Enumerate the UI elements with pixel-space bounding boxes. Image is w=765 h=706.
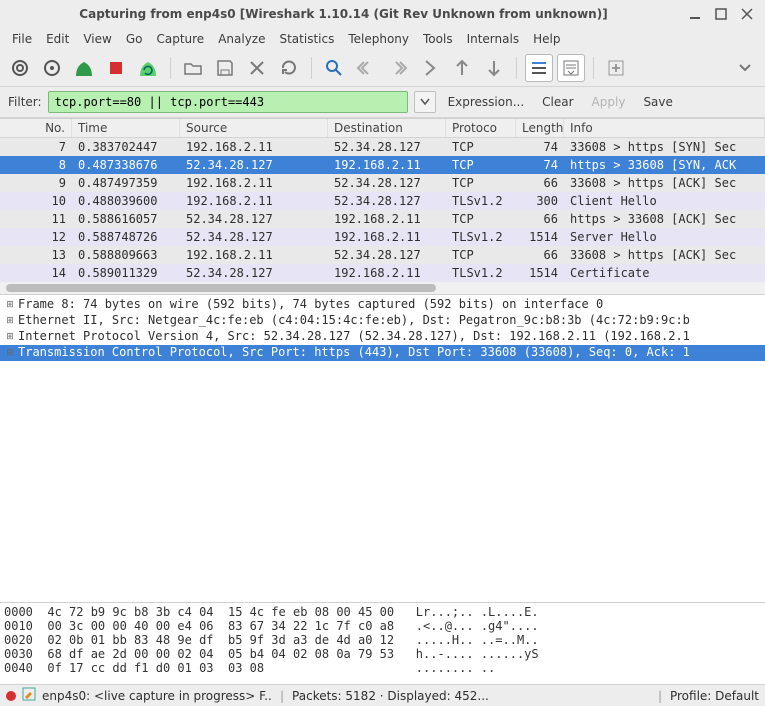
filter-dropdown-button[interactable] [414,91,436,113]
menu-go[interactable]: Go [120,30,149,48]
packet-list-body[interactable]: 70.383702447192.168.2.1152.34.28.127TCP7… [0,138,765,282]
window-maximize-button[interactable] [711,4,731,24]
restart-capture-icon[interactable] [134,54,162,82]
autoscroll-icon[interactable] [557,54,585,82]
close-file-icon[interactable] [243,54,271,82]
edit-icon[interactable] [22,687,36,704]
clear-button[interactable]: Clear [536,93,579,111]
statusbar-separator: | [280,689,284,703]
window-close-button[interactable] [737,4,757,24]
detail-tree-item[interactable]: ⊞Internet Protocol Version 4, Src: 52.34… [0,329,765,345]
toolbar-separator [593,57,594,79]
start-capture-icon[interactable] [70,54,98,82]
goto-packet-icon[interactable] [416,54,444,82]
capture-running-icon [6,691,16,701]
packet-bytes-pane[interactable]: 0000 4c 72 b9 9c b8 3b c4 04 15 4c fe eb… [0,602,765,684]
zoom-in-icon[interactable] [602,54,630,82]
column-header-time[interactable]: Time [72,119,180,137]
status-capture-text: enp4s0: <live capture in progress> F... [42,689,272,703]
goto-first-icon[interactable] [448,54,476,82]
packet-details-pane[interactable]: ⊞Frame 8: 74 bytes on wire (592 bits), 7… [0,295,765,602]
expand-icon[interactable]: ⊞ [4,345,16,361]
detail-tree-item[interactable]: ⊞Frame 8: 74 bytes on wire (592 bits), 7… [0,297,765,313]
go-forward-icon[interactable] [384,54,412,82]
toolbar-separator [516,57,517,79]
packet-row[interactable]: 90.487497359192.168.2.1152.34.28.127TCP6… [0,174,765,192]
detail-tree-item[interactable]: ⊞Ethernet II, Src: Netgear_4c:fe:eb (c4:… [0,313,765,329]
menu-view[interactable]: View [77,30,117,48]
expression-button[interactable]: Expression... [442,93,531,111]
options-icon[interactable] [38,54,66,82]
reload-icon[interactable] [275,54,303,82]
colorize-icon[interactable] [525,54,553,82]
status-packets-text: Packets: 5182 · Displayed: 452... [292,689,489,703]
packet-row[interactable]: 70.383702447192.168.2.1152.34.28.127TCP7… [0,138,765,156]
packet-list-header[interactable]: No. Time Source Destination Protoco Leng… [0,119,765,138]
goto-last-icon[interactable] [480,54,508,82]
window-titlebar: Capturing from enp4s0 [Wireshark 1.10.14… [0,0,765,28]
filter-input[interactable] [48,91,408,113]
statusbar-separator: | [658,689,662,703]
column-header-info[interactable]: Info [564,119,765,137]
packet-row[interactable]: 120.58874872652.34.28.127192.168.2.11TLS… [0,228,765,246]
column-header-source[interactable]: Source [180,119,328,137]
column-header-protocol[interactable]: Protoco [446,119,516,137]
detail-tree-item[interactable]: ⊞Transmission Control Protocol, Src Port… [0,345,765,361]
toolbar-overflow-icon[interactable] [731,54,759,82]
packet-list: No. Time Source Destination Protoco Leng… [0,118,765,295]
menu-internals[interactable]: Internals [461,30,526,48]
find-icon[interactable] [320,54,348,82]
expand-icon[interactable]: ⊞ [4,329,16,345]
column-header-length[interactable]: Length [516,119,564,137]
toolbar-separator [170,57,171,79]
window-minimize-button[interactable] [685,4,705,24]
packet-list-hscrollbar[interactable] [0,282,765,294]
save-filter-button[interactable]: Save [637,93,678,111]
menu-tools[interactable]: Tools [417,30,459,48]
menu-edit[interactable]: Edit [40,30,75,48]
menu-telephony[interactable]: Telephony [342,30,415,48]
expand-icon[interactable]: ⊞ [4,313,16,329]
scrollbar-thumb[interactable] [6,284,436,292]
statusbar: enp4s0: <live capture in progress> F... … [0,684,765,706]
filter-label: Filter: [8,95,42,109]
go-back-icon[interactable] [352,54,380,82]
toolbar [0,50,765,87]
packet-row[interactable]: 130.588809663192.168.2.1152.34.28.127TCP… [0,246,765,264]
packet-row[interactable]: 100.488039600192.168.2.1152.34.28.127TLS… [0,192,765,210]
toolbar-separator [311,57,312,79]
packet-row[interactable]: 110.58861605752.34.28.127192.168.2.11TCP… [0,210,765,228]
menu-file[interactable]: File [6,30,38,48]
column-header-no[interactable]: No. [0,119,72,137]
stop-capture-icon[interactable] [102,54,130,82]
expand-icon[interactable]: ⊞ [4,297,16,313]
menu-help[interactable]: Help [527,30,566,48]
apply-button[interactable]: Apply [586,93,632,111]
menu-capture[interactable]: Capture [150,30,210,48]
packet-row[interactable]: 80.48733867652.34.28.127192.168.2.11TCP7… [0,156,765,174]
menu-analyze[interactable]: Analyze [212,30,271,48]
open-file-icon[interactable] [179,54,207,82]
status-profile-text[interactable]: Profile: Default [670,689,759,703]
column-header-dest[interactable]: Destination [328,119,446,137]
window-title: Capturing from enp4s0 [Wireshark 1.10.14… [8,7,679,21]
packet-row[interactable]: 140.58901132952.34.28.127192.168.2.11TLS… [0,264,765,282]
interfaces-icon[interactable] [6,54,34,82]
menubar: File Edit View Go Capture Analyze Statis… [0,28,765,50]
menu-statistics[interactable]: Statistics [273,30,340,48]
filter-toolbar: Filter: Expression... Clear Apply Save [0,87,765,118]
save-file-icon[interactable] [211,54,239,82]
